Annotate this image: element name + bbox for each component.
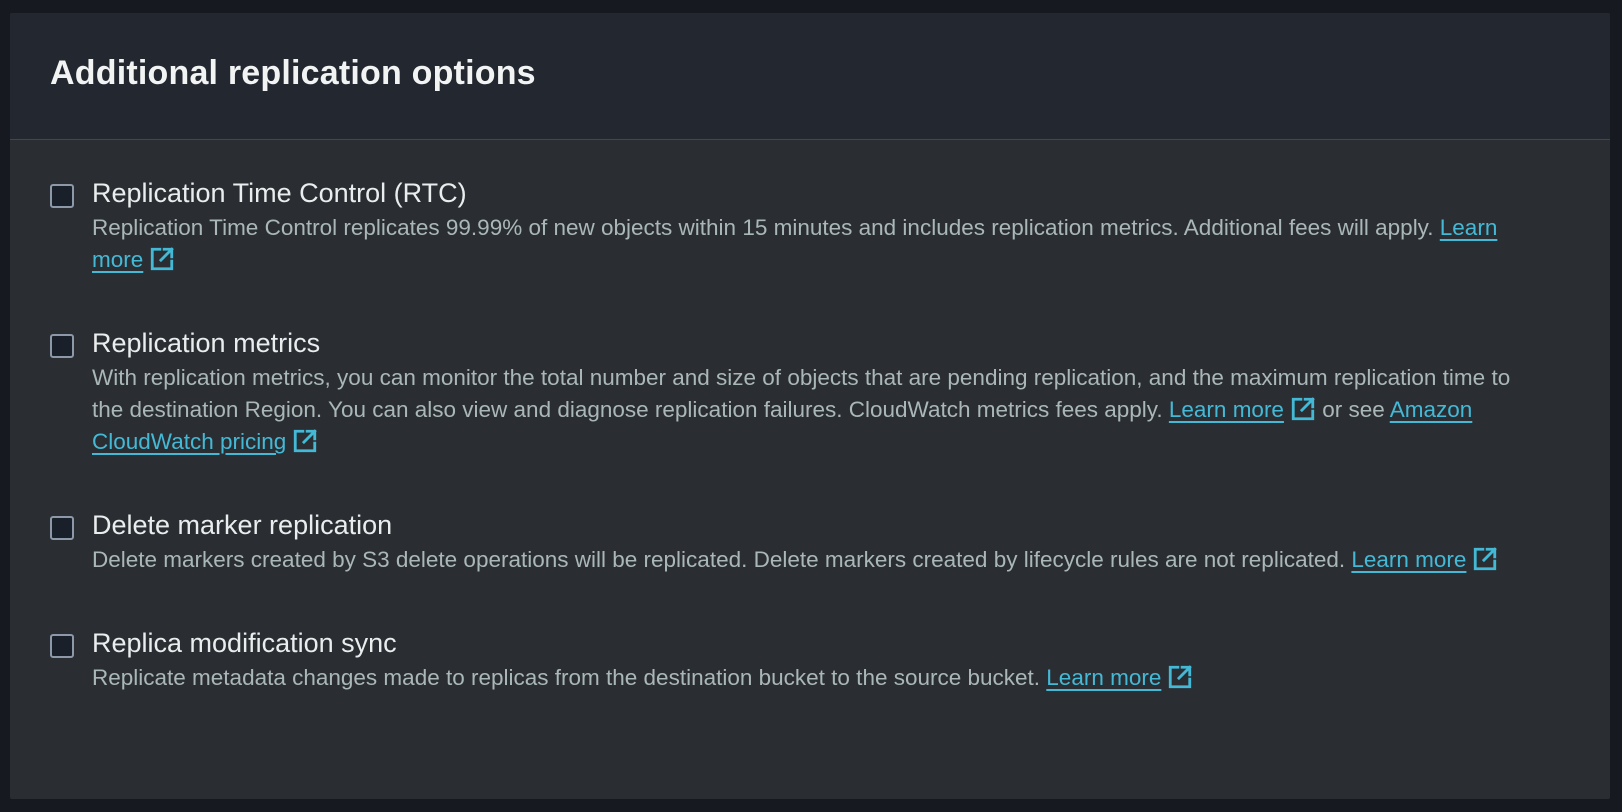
- option-replica-modification-sync: Replica modification sync Replicate meta…: [50, 626, 1570, 694]
- option-delete-marker-replication: Delete marker replication Delete markers…: [50, 508, 1570, 576]
- option-text: Replica modification sync Replicate meta…: [92, 626, 1570, 694]
- delete-marker-description-text: Delete markers created by S3 delete oper…: [92, 547, 1352, 572]
- delete-marker-description: Delete markers created by S3 delete oper…: [92, 544, 1532, 576]
- learn-more-text: Learn more: [1168, 397, 1284, 422]
- replica-modification-sync-learn-more-link[interactable]: Learn more: [1046, 665, 1161, 690]
- rtc-checkbox[interactable]: [50, 184, 74, 208]
- external-link-icon[interactable]: [292, 428, 318, 454]
- external-link-icon[interactable]: [1472, 546, 1498, 572]
- external-link-icon[interactable]: [149, 246, 175, 272]
- panel-header: Additional replication options: [10, 13, 1610, 140]
- rtc-label[interactable]: Replication Time Control (RTC): [92, 176, 1570, 210]
- replication-metrics-description: With replication metrics, you can monito…: [92, 362, 1532, 458]
- panel-title: Additional replication options: [50, 54, 536, 92]
- replica-modification-sync-label[interactable]: Replica modification sync: [92, 626, 1570, 660]
- rtc-description: Replication Time Control replicates 99.9…: [92, 212, 1532, 276]
- learn-more-text: Learn more: [1046, 665, 1162, 690]
- learn-more-text: Learn more: [1351, 547, 1467, 572]
- delete-marker-checkbox[interactable]: [50, 516, 74, 540]
- replication-metrics-label[interactable]: Replication metrics: [92, 326, 1570, 360]
- delete-marker-learn-more-link[interactable]: Learn more: [1351, 547, 1466, 572]
- option-text: Replication Time Control (RTC) Replicati…: [92, 176, 1570, 276]
- delete-marker-label[interactable]: Delete marker replication: [92, 508, 1570, 542]
- replica-modification-sync-description: Replicate metadata changes made to repli…: [92, 662, 1532, 694]
- replica-modification-sync-description-text: Replicate metadata changes made to repli…: [92, 665, 1047, 690]
- additional-replication-options-panel: Additional replication options Replicati…: [10, 13, 1610, 799]
- rtc-description-text: Replication Time Control replicates 99.9…: [92, 215, 1440, 240]
- option-replication-metrics: Replication metrics With replication met…: [50, 326, 1570, 458]
- replica-modification-sync-checkbox[interactable]: [50, 634, 74, 658]
- panel-body: Replication Time Control (RTC) Replicati…: [10, 140, 1610, 694]
- option-text: Replication metrics With replication met…: [92, 326, 1570, 458]
- external-link-icon[interactable]: [1167, 664, 1193, 690]
- option-text: Delete marker replication Delete markers…: [92, 508, 1570, 576]
- external-link-icon[interactable]: [1290, 396, 1316, 422]
- option-replication-time-control: Replication Time Control (RTC) Replicati…: [50, 176, 1570, 276]
- or-see-text: or see: [1315, 397, 1390, 422]
- replication-metrics-learn-more-link[interactable]: Learn more: [1169, 397, 1284, 422]
- replication-metrics-checkbox[interactable]: [50, 334, 74, 358]
